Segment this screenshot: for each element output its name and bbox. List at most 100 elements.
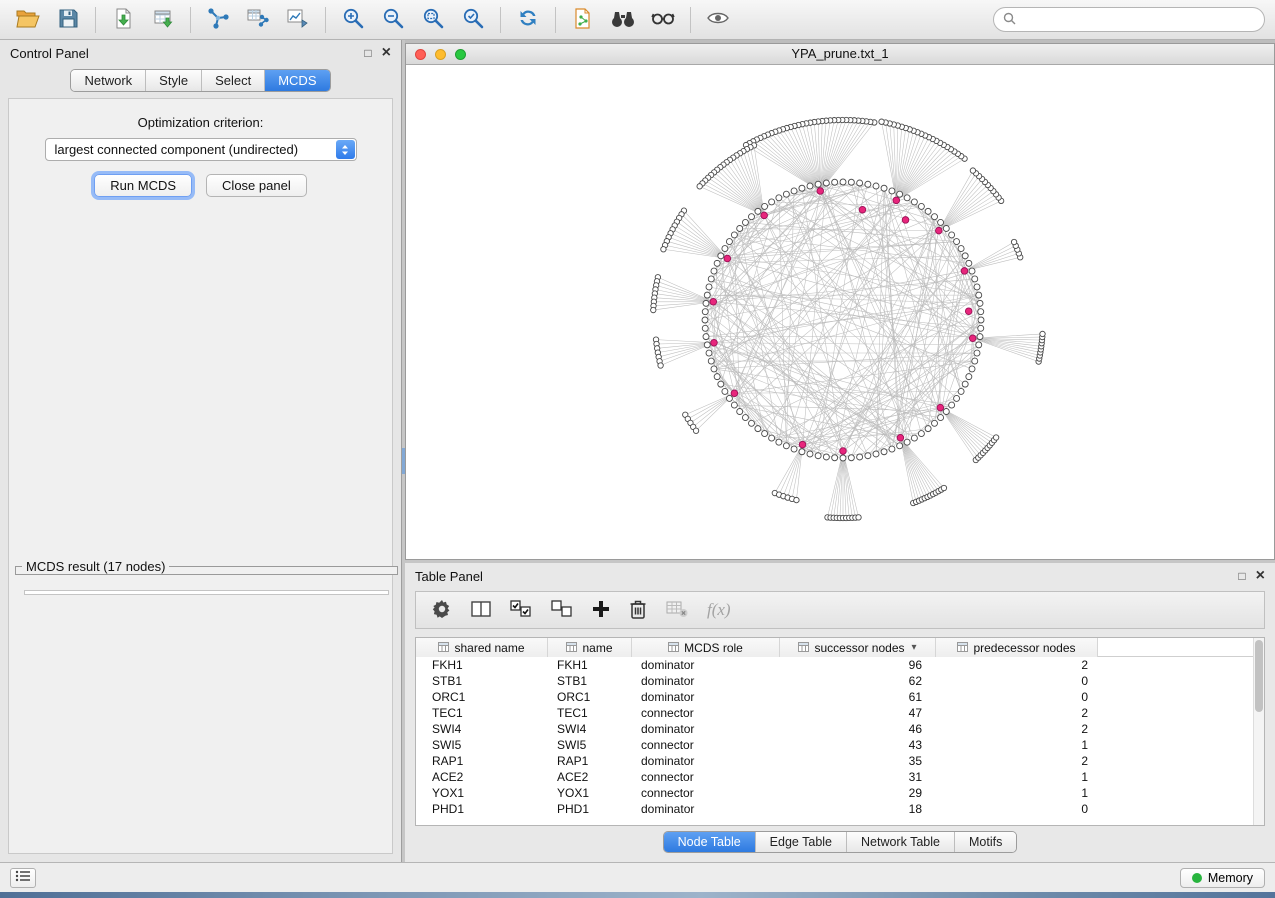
function-builder-button[interactable]: f(x) bbox=[707, 600, 731, 620]
table-cell: 1 bbox=[936, 770, 1098, 784]
export-graphics-button[interactable] bbox=[280, 4, 316, 36]
zoom-in-button[interactable] bbox=[335, 4, 371, 36]
column-header-successor-nodes[interactable]: successor nodes ▾ bbox=[780, 638, 936, 657]
table-cell: 0 bbox=[936, 690, 1098, 704]
control-panel-titlebar: Control Panel □ × bbox=[0, 40, 401, 66]
table-cell: STB1 bbox=[548, 674, 632, 688]
table-cell: 1 bbox=[936, 786, 1098, 800]
tab-network-table[interactable]: Network Table bbox=[846, 832, 954, 852]
table-scrollbar[interactable] bbox=[1253, 638, 1264, 825]
table-row[interactable]: ORC1ORC1dominator610 bbox=[416, 689, 1264, 705]
table-cell: connector bbox=[632, 738, 780, 752]
show-columns-button[interactable] bbox=[471, 600, 491, 621]
network-window-title: YPA_prune.txt_1 bbox=[406, 44, 1274, 64]
save-session-button[interactable] bbox=[50, 4, 86, 36]
table-mode-button[interactable] bbox=[432, 599, 452, 622]
table-row[interactable]: YOX1YOX1connector291 bbox=[416, 785, 1264, 801]
scrollbar-thumb[interactable] bbox=[1255, 640, 1263, 712]
network-canvas[interactable] bbox=[406, 65, 1274, 559]
table-cell: TEC1 bbox=[548, 706, 632, 720]
table-cell: 43 bbox=[780, 738, 936, 752]
search-input[interactable] bbox=[1022, 13, 1255, 27]
memory-button[interactable]: Memory bbox=[1180, 868, 1265, 888]
column-header-mcds-role[interactable]: MCDS role bbox=[632, 638, 780, 657]
tab-style[interactable]: Style bbox=[145, 70, 201, 91]
network-from-table-button[interactable] bbox=[240, 4, 276, 36]
table-delete-icon bbox=[666, 600, 688, 621]
table-row[interactable]: ACE2ACE2connector311 bbox=[416, 769, 1264, 785]
table-row[interactable]: STB1STB1dominator620 bbox=[416, 673, 1264, 689]
panel-menu-button[interactable] bbox=[10, 868, 36, 888]
table-row[interactable]: SWI4SWI4dominator462 bbox=[416, 721, 1264, 737]
table-cell: dominator bbox=[632, 754, 780, 768]
table-row[interactable]: PHD1PHD1dominator180 bbox=[416, 801, 1264, 817]
table-cell: FKH1 bbox=[416, 658, 548, 672]
table-row[interactable]: SWI5SWI5connector431 bbox=[416, 737, 1264, 753]
tab-node-table[interactable]: Node Table bbox=[664, 832, 755, 852]
window-close-button[interactable] bbox=[415, 49, 426, 60]
table-row[interactable]: FKH1FKH1dominator962 bbox=[416, 657, 1264, 673]
tab-edge-table[interactable]: Edge Table bbox=[755, 832, 846, 852]
memory-label: Memory bbox=[1208, 871, 1253, 885]
close-panel-icon[interactable]: × bbox=[1256, 568, 1265, 584]
column-header-name[interactable]: name bbox=[548, 638, 632, 657]
checked-boxes-icon bbox=[510, 600, 532, 621]
status-bar: Memory bbox=[0, 862, 1275, 892]
table-cell: SWI4 bbox=[548, 722, 632, 736]
table-cell: dominator bbox=[632, 690, 780, 704]
delete-table-button[interactable] bbox=[666, 600, 688, 621]
float-panel-icon[interactable]: □ bbox=[1238, 570, 1245, 582]
table-cell: YOX1 bbox=[416, 786, 548, 800]
import-table-button[interactable] bbox=[145, 4, 181, 36]
import-network-button[interactable] bbox=[105, 4, 141, 36]
criterion-dropdown-value: largest connected component (undirected) bbox=[55, 142, 299, 157]
toolbar-separator bbox=[190, 7, 191, 33]
table-row[interactable]: RAP1RAP1dominator352 bbox=[416, 753, 1264, 769]
table-cell: 2 bbox=[936, 722, 1098, 736]
delete-column-button[interactable] bbox=[629, 599, 647, 622]
node-table: shared name name MCDS role successor nod… bbox=[415, 637, 1265, 826]
refresh-layout-button[interactable] bbox=[510, 4, 546, 36]
table-panel-title: Table Panel bbox=[415, 569, 483, 584]
zoom-selected-button[interactable] bbox=[455, 4, 491, 36]
table-cell: 35 bbox=[780, 754, 936, 768]
table-cell: 29 bbox=[780, 786, 936, 800]
empty-boxes-icon bbox=[551, 600, 573, 621]
mcds-result-item[interactable]: PHD1 bbox=[25, 594, 388, 595]
window-zoom-button[interactable] bbox=[455, 49, 466, 60]
table-cell: 2 bbox=[936, 658, 1098, 672]
table-cell: dominator bbox=[632, 674, 780, 688]
node-table-body: FKH1FKH1dominator962STB1STB1dominator620… bbox=[416, 657, 1264, 817]
column-header-shared-name[interactable]: shared name bbox=[416, 638, 548, 657]
criterion-dropdown[interactable]: largest connected component (undirected) bbox=[45, 138, 357, 161]
new-network-button[interactable] bbox=[200, 4, 236, 36]
add-column-button[interactable] bbox=[592, 600, 610, 621]
table-row[interactable]: TEC1TEC1connector472 bbox=[416, 705, 1264, 721]
tab-select[interactable]: Select bbox=[201, 70, 264, 91]
find-button[interactable] bbox=[605, 4, 641, 36]
deselect-all-button[interactable] bbox=[551, 600, 573, 621]
open-session-button[interactable] bbox=[10, 4, 46, 36]
table-cell: SWI4 bbox=[416, 722, 548, 736]
column-icon bbox=[438, 641, 449, 655]
table-cell: FKH1 bbox=[548, 658, 632, 672]
zoom-out-button[interactable] bbox=[375, 4, 411, 36]
show-hide-button[interactable] bbox=[700, 4, 736, 36]
table-cell: 0 bbox=[936, 674, 1098, 688]
clone-network-button[interactable] bbox=[565, 4, 601, 36]
window-minimize-button[interactable] bbox=[435, 49, 446, 60]
close-panel-button[interactable]: Close panel bbox=[206, 174, 307, 197]
hide-tools-button[interactable] bbox=[645, 4, 681, 36]
zoom-fit-button[interactable] bbox=[415, 4, 451, 36]
network-window: YPA_prune.txt_1 bbox=[405, 43, 1275, 560]
run-mcds-button[interactable]: Run MCDS bbox=[94, 174, 192, 197]
column-header-predecessor-nodes[interactable]: predecessor nodes bbox=[936, 638, 1098, 657]
tab-network[interactable]: Network bbox=[71, 70, 145, 91]
table-cell: connector bbox=[632, 706, 780, 720]
close-panel-icon[interactable]: × bbox=[382, 45, 391, 61]
tab-motifs[interactable]: Motifs bbox=[954, 832, 1016, 852]
float-panel-icon[interactable]: □ bbox=[364, 47, 371, 59]
select-all-button[interactable] bbox=[510, 600, 532, 621]
tab-mcds[interactable]: MCDS bbox=[264, 70, 329, 91]
table-cell: RAP1 bbox=[548, 754, 632, 768]
